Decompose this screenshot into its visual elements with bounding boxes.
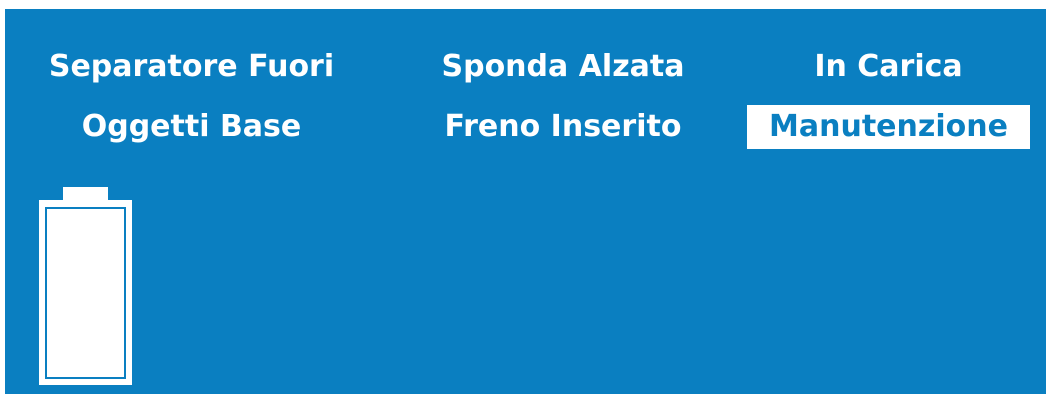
status-manutenzione: Manutenzione <box>747 105 1030 149</box>
status-panel: Separatore Fuori Sponda Alzata In Carica… <box>5 9 1046 394</box>
battery-level-indicator <box>45 207 126 379</box>
status-separatore-fuori: Separatore Fuori <box>48 49 335 84</box>
status-freno-inserito: Freno Inserito <box>444 109 682 144</box>
battery-cap <box>63 187 108 200</box>
status-sponda-alzata: Sponda Alzata <box>441 49 685 84</box>
status-in-carica: In Carica <box>814 49 963 84</box>
battery-body <box>39 200 132 385</box>
status-oggetti-base: Oggetti Base <box>81 109 302 144</box>
battery-icon <box>39 187 132 385</box>
